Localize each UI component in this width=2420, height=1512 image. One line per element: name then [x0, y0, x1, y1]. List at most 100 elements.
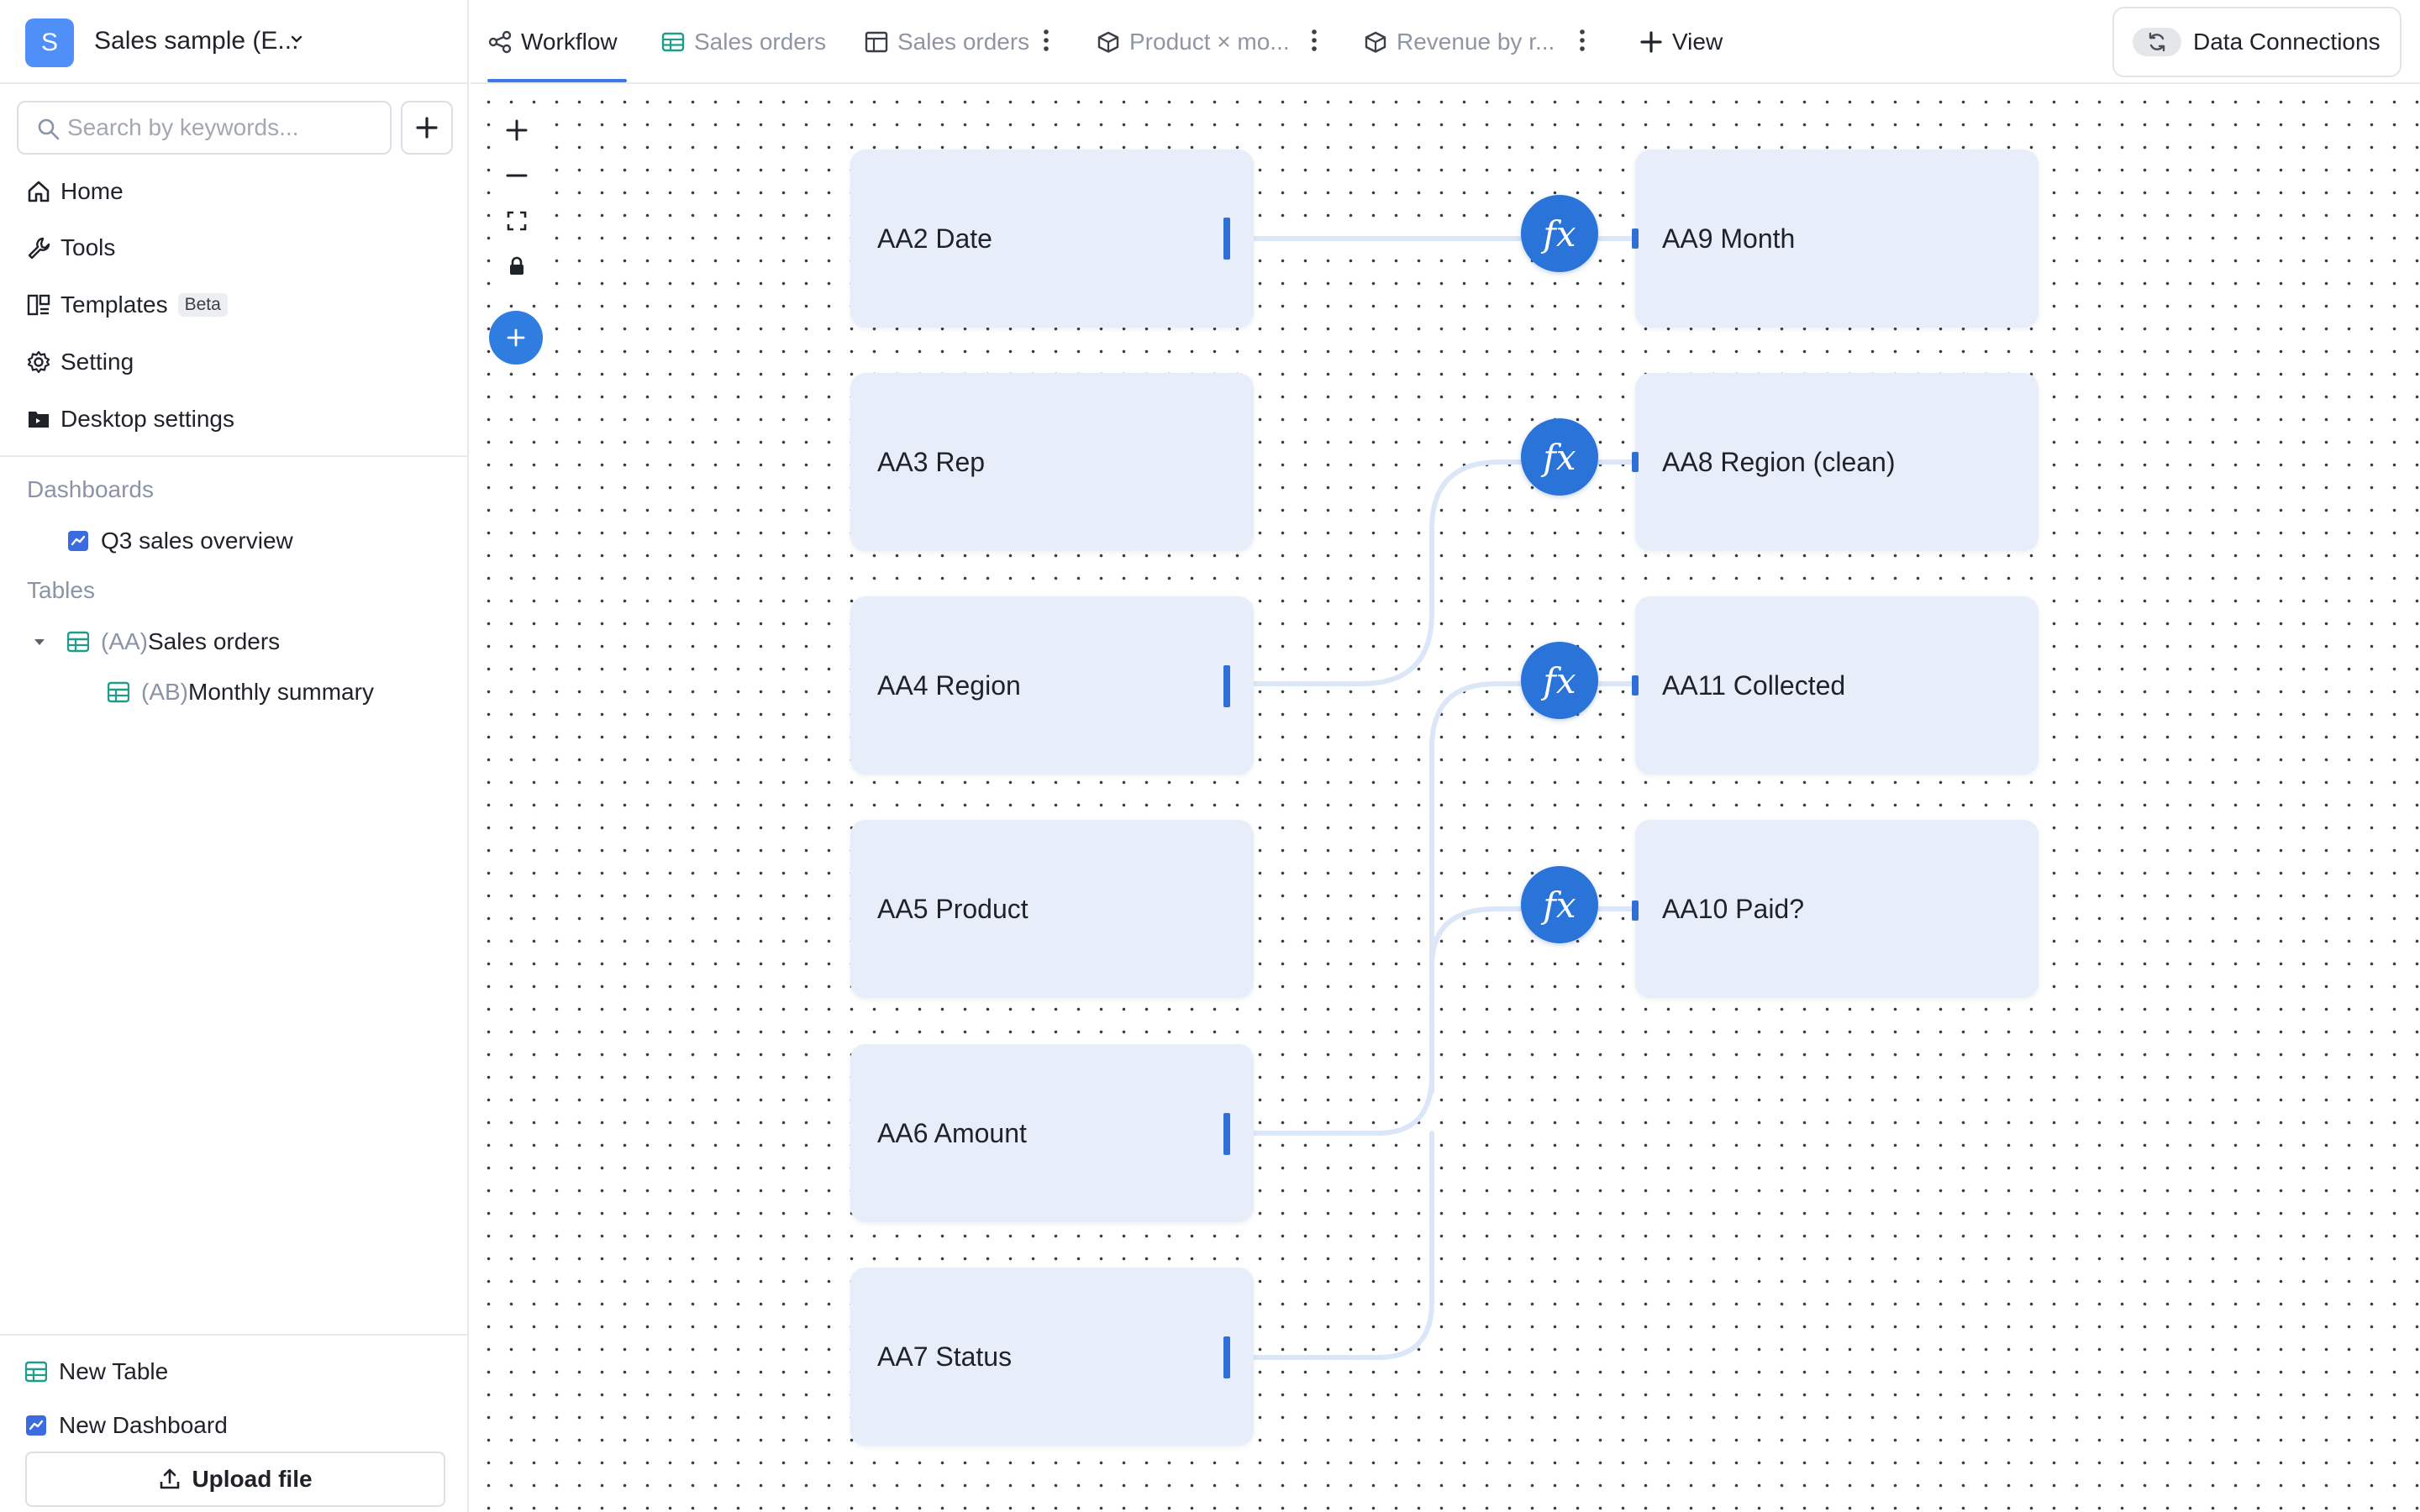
formula-node[interactable]: fx [1521, 642, 1598, 719]
tab-product-by-month[interactable]: Product × mo... [1096, 24, 1290, 60]
table-prefix: (AB) [141, 679, 188, 705]
fullscreen-icon [507, 211, 527, 231]
dashboards-section-title: Dashboards [27, 476, 154, 502]
field-node-rep[interactable]: AA3 Rep [850, 373, 1254, 551]
tab-revenue-by-region[interactable]: Revenue by r... [1363, 24, 1555, 60]
plus-icon [416, 117, 438, 139]
input-port[interactable] [1632, 675, 1639, 696]
field-node-product[interactable]: AA5 Product [850, 820, 1254, 998]
new-table-button[interactable]: New Table [25, 1353, 168, 1390]
sidebar-divider [0, 455, 467, 457]
formula-node[interactable]: fx [1521, 195, 1598, 272]
upload-file-label: Upload file [192, 1466, 313, 1492]
data-connections-button[interactable]: Data Connections [2112, 7, 2402, 77]
node-label: AA3 Rep [877, 446, 986, 477]
more-vertical-icon[interactable] [1310, 27, 1318, 54]
field-node-paid[interactable]: AA10 Paid? [1635, 820, 2039, 998]
gear-icon [25, 349, 52, 375]
workspace-name: Sales sample (E... [94, 27, 299, 55]
output-port[interactable] [1223, 218, 1230, 260]
cube-icon [1096, 29, 1121, 55]
node-label: AA4 Region [877, 669, 1021, 701]
field-node-month[interactable]: AA9 Month [1635, 150, 2039, 328]
templates-icon [25, 291, 52, 318]
fit-view-button[interactable] [491, 198, 543, 244]
tab-label: Product × mo... [1129, 29, 1290, 55]
more-vertical-icon[interactable] [1042, 27, 1050, 54]
lock-canvas-button[interactable] [491, 244, 543, 289]
upload-file-button[interactable]: Upload file [25, 1452, 445, 1507]
field-node-amount[interactable]: AA6 Amount [850, 1044, 1254, 1222]
minus-icon [506, 174, 528, 177]
search-box [17, 101, 392, 155]
cube-icon [1363, 29, 1388, 55]
field-node-collected[interactable]: AA11 Collected [1635, 596, 2039, 774]
caret-down-icon [34, 639, 45, 645]
node-label: AA6 Amount [877, 1117, 1027, 1148]
tab-sales-orders-table[interactable]: Sales orders [864, 24, 1029, 60]
formula-node[interactable]: fx [1521, 866, 1598, 943]
lock-icon [510, 256, 523, 275]
field-node-status[interactable]: AA7 Status [850, 1268, 1254, 1446]
data-connections-label: Data Connections [2193, 29, 2381, 55]
new-dashboard-button[interactable]: New Dashboard [25, 1407, 228, 1444]
field-node-region[interactable]: AA4 Region [850, 596, 1254, 774]
dashboard-item[interactable]: Q3 sales overview [67, 522, 293, 559]
upload-icon [160, 1468, 180, 1489]
table-name: Sales orders [148, 628, 281, 654]
tab-label: Revenue by r... [1397, 29, 1555, 55]
node-label: AA5 Product [877, 893, 1028, 924]
nav-home[interactable]: Home [25, 171, 124, 213]
workflow-icon [487, 29, 513, 55]
nav-home-label: Home [60, 178, 124, 204]
new-dashboard-label: New Dashboard [59, 1412, 228, 1438]
input-port[interactable] [1632, 228, 1639, 249]
nav-desktop-settings[interactable]: Desktop settings [25, 398, 234, 440]
table-item-sales-orders[interactable]: (AA) Sales orders [32, 623, 280, 660]
add-view-button[interactable]: View [1639, 24, 1723, 60]
input-port[interactable] [1632, 452, 1639, 472]
field-node-region-clean[interactable]: AA8 Region (clean) [1635, 373, 2039, 551]
field-node-date[interactable]: AA2 Date [850, 150, 1254, 328]
beta-badge: Beta [177, 293, 228, 317]
plus-icon [507, 328, 525, 347]
search-input[interactable] [67, 109, 378, 146]
tab-sales-orders-grid[interactable]: Sales orders [660, 24, 826, 60]
sync-icon [2133, 28, 2181, 56]
tab-label: Workflow [521, 29, 618, 55]
table-item-monthly-summary[interactable]: (AB) Monthly summary [108, 674, 374, 711]
output-port[interactable] [1223, 1336, 1230, 1378]
chevron-down-icon [291, 35, 302, 43]
output-port[interactable] [1223, 1113, 1230, 1155]
table-icon [25, 1361, 47, 1383]
table-icon [67, 631, 89, 653]
tab-label: Sales orders [897, 29, 1030, 55]
nav-tools[interactable]: Tools [25, 227, 115, 269]
nav-templates[interactable]: Templates Beta [25, 284, 228, 326]
node-label: AA9 Month [1662, 223, 1796, 254]
node-label: AA7 Status [877, 1341, 1013, 1372]
dashboard-item-label: Q3 sales overview [101, 528, 293, 554]
table-name: Monthly summary [188, 679, 374, 705]
more-vertical-icon[interactable] [1578, 27, 1586, 54]
zoom-out-button[interactable] [491, 153, 543, 198]
zoom-in-button[interactable] [491, 108, 543, 153]
formula-node[interactable]: fx [1521, 418, 1598, 496]
input-port[interactable] [1632, 900, 1639, 921]
plus-icon [506, 119, 528, 141]
tab-workflow[interactable]: Workflow [487, 24, 618, 60]
add-button[interactable] [401, 101, 453, 155]
node-label: AA2 Date [877, 223, 992, 254]
home-icon [25, 178, 52, 205]
workflow-canvas[interactable] [471, 86, 2420, 1512]
node-label: AA11 Collected [1662, 669, 1846, 701]
nav-setting[interactable]: Setting [25, 341, 134, 383]
add-node-button[interactable] [489, 311, 543, 365]
active-tab-indicator [487, 79, 627, 82]
dashboard-icon [67, 530, 89, 552]
output-port[interactable] [1223, 665, 1230, 707]
workspace-switcher[interactable]: S Sales sample (E... [0, 0, 467, 84]
wrench-icon [25, 234, 52, 261]
plus-icon [1639, 29, 1664, 55]
nav-desktop-settings-label: Desktop settings [60, 406, 234, 432]
